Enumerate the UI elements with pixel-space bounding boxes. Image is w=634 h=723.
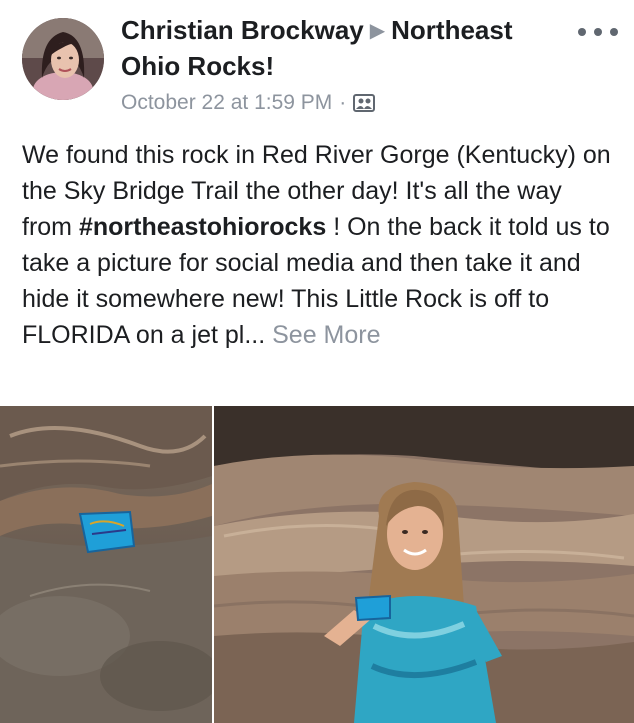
group-album-icon [353,92,376,114]
post-meta: October 22 at 1:59 PM · [121,91,561,115]
more-dot [610,28,618,36]
see-more-link[interactable]: See More [272,321,380,349]
photo-grid [0,406,634,723]
author-avatar[interactable] [22,18,104,100]
post-body: We found this rock in Red River Gorge (K… [22,137,618,353]
more-dot [578,28,586,36]
right-arrow-icon: ▶ [369,20,386,42]
photo-girl-holding-rock[interactable] [214,406,634,723]
post-header: Christian Brockway ▶ Northeast Ohio Rocks!… [121,14,561,115]
more-options-icon[interactable] [578,22,618,42]
post-timestamp[interactable]: October 22 at 1:59 PM [121,91,332,115]
meta-separator: · [339,91,347,114]
photo-rock-on-ground[interactable] [0,406,212,723]
post-title: Christian Brockway ▶ Northeast Ohio Rocks! [121,14,561,83]
more-dot [594,28,602,36]
author-name[interactable]: Christian Brockway [121,15,364,45]
hashtag-link[interactable]: #northeastohiorocks [79,213,326,241]
